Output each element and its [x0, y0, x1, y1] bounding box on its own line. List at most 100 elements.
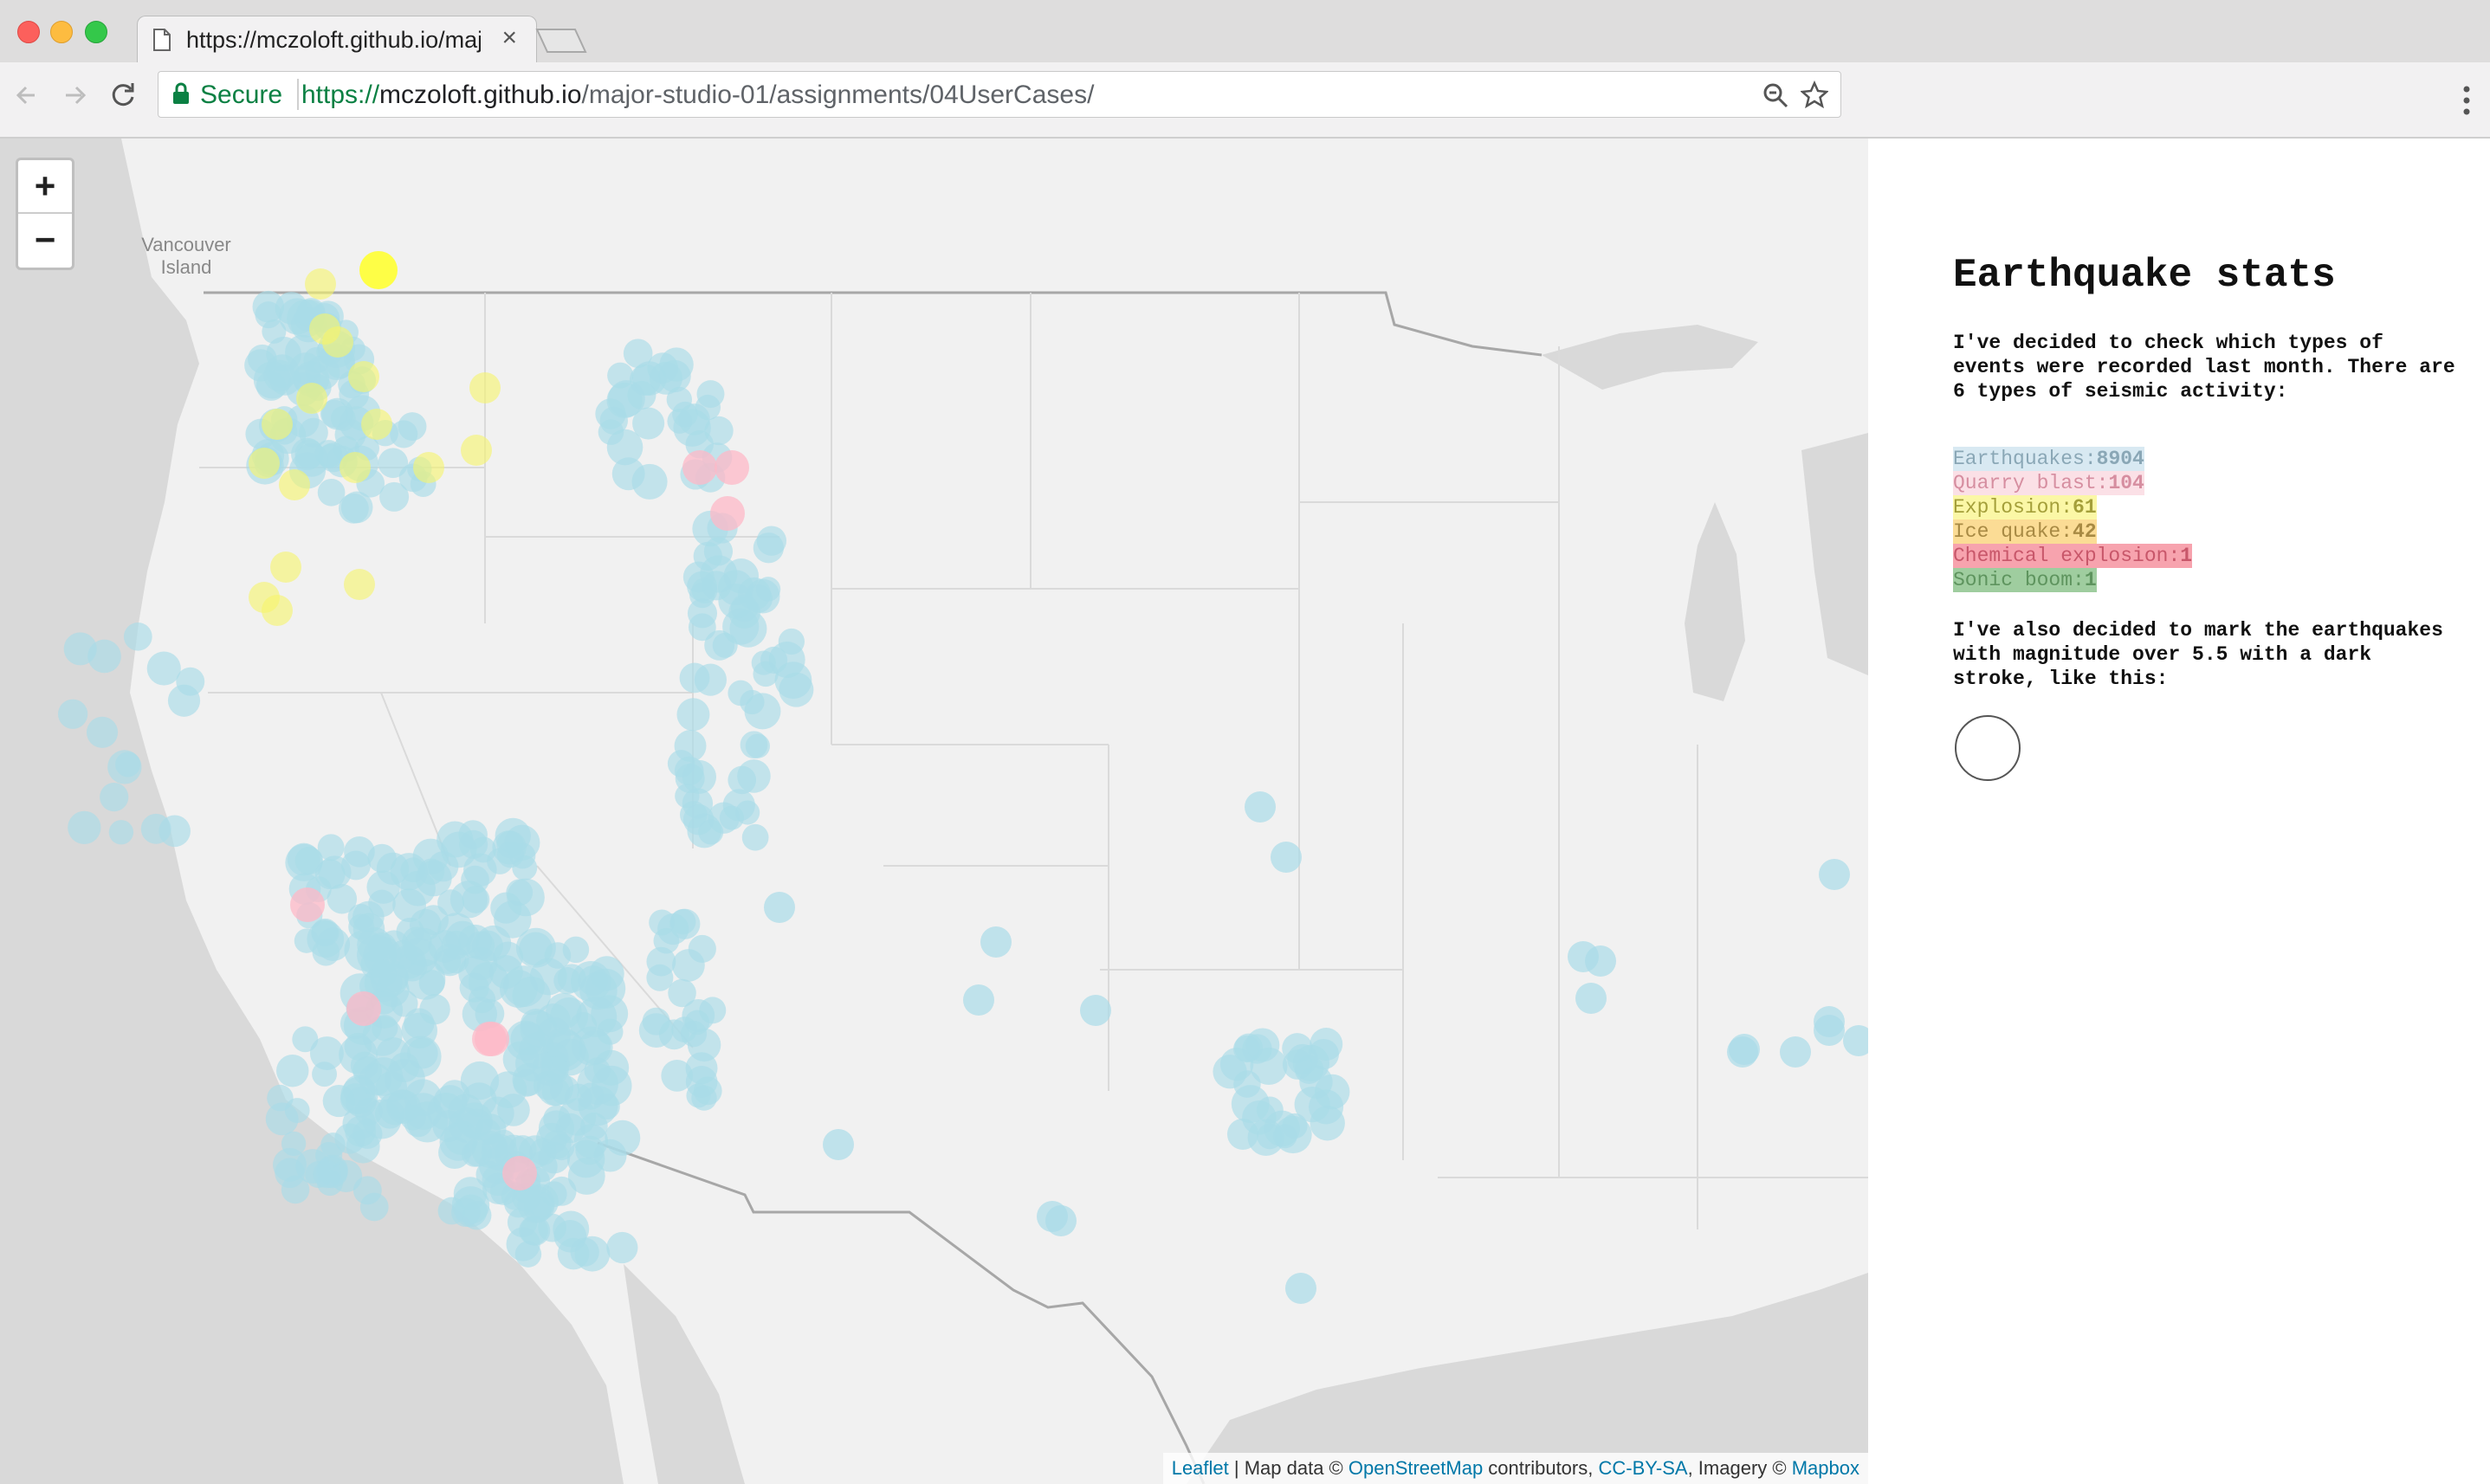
earthquake-marker[interactable]: [682, 759, 717, 794]
earthquake-marker[interactable]: [517, 1185, 555, 1223]
earthquake-marker[interactable]: [1245, 791, 1276, 823]
earthquake-marker[interactable]: [700, 555, 738, 593]
earthquake-marker[interactable]: [661, 1060, 694, 1092]
earthquake-marker[interactable]: [294, 846, 324, 875]
earthquake-marker[interactable]: [469, 986, 496, 1014]
earthquake-marker[interactable]: [980, 926, 1012, 958]
earthquake-marker[interactable]: [740, 731, 768, 759]
earthquake-marker[interactable]: [276, 1054, 309, 1087]
earthquake-marker[interactable]: [87, 639, 121, 674]
maximize-window-button[interactable]: [85, 21, 107, 43]
earthquake-marker[interactable]: [646, 946, 676, 977]
earthquake-marker[interactable]: [123, 622, 152, 651]
explosion-marker[interactable]: [296, 383, 327, 414]
earthquake-marker[interactable]: [313, 1160, 341, 1189]
earthquake-marker[interactable]: [598, 419, 624, 445]
earthquake-marker[interactable]: [399, 1104, 426, 1131]
earthquake-marker[interactable]: [687, 813, 722, 848]
earthquake-marker[interactable]: [764, 892, 795, 923]
quarry-blast-marker[interactable]: [715, 450, 749, 485]
earthquake-map[interactable]: + − Vancouver Island Leaflet | Map data …: [0, 139, 1868, 1484]
earthquake-marker[interactable]: [557, 964, 586, 993]
quarry-blast-marker[interactable]: [502, 1156, 537, 1190]
back-arrow-icon[interactable]: [9, 76, 47, 114]
explosion-marker[interactable]: [270, 552, 301, 583]
earthquake-marker[interactable]: [379, 963, 409, 992]
earthquake-marker[interactable]: [497, 1094, 530, 1126]
earthquake-marker[interactable]: [688, 613, 716, 642]
explosion-marker[interactable]: [305, 268, 336, 300]
earthquake-marker[interactable]: [107, 750, 142, 784]
new-tab-button[interactable]: [535, 28, 587, 54]
earthquake-marker[interactable]: [605, 1119, 641, 1156]
earthquake-marker[interactable]: [281, 1131, 307, 1157]
earthquake-marker[interactable]: [963, 984, 994, 1016]
earthquake-marker[interactable]: [108, 820, 134, 845]
earthquake-marker[interactable]: [686, 1083, 711, 1108]
url-text[interactable]: https://mczoloft.github.io/major-studio-…: [301, 81, 1094, 110]
earthquake-marker[interactable]: [298, 417, 328, 448]
earthquake-marker[interactable]: [687, 1028, 721, 1062]
earthquake-marker[interactable]: [606, 1231, 638, 1264]
event-markers[interactable]: [0, 139, 1868, 1484]
explosion-marker[interactable]: [249, 448, 280, 479]
earthquake-marker[interactable]: [658, 359, 691, 393]
explosion-marker[interactable]: [279, 469, 310, 500]
explosion-marker[interactable]: [344, 569, 375, 600]
leaflet-link[interactable]: Leaflet: [1172, 1457, 1229, 1479]
earthquake-marker[interactable]: [1780, 1036, 1811, 1068]
earthquake-marker[interactable]: [567, 1158, 605, 1195]
earthquake-marker[interactable]: [565, 1083, 592, 1112]
earthquake-marker[interactable]: [1287, 1043, 1318, 1075]
earthquake-marker[interactable]: [1080, 995, 1111, 1026]
earthquake-marker[interactable]: [1045, 1205, 1077, 1236]
forward-arrow-icon[interactable]: [55, 76, 94, 114]
bookmark-star-icon[interactable]: [1801, 81, 1828, 108]
earthquake-marker[interactable]: [419, 993, 450, 1025]
earthquake-marker[interactable]: [404, 927, 443, 967]
earthquake-marker[interactable]: [1271, 842, 1302, 873]
earthquake-marker[interactable]: [275, 292, 308, 325]
earthquake-marker[interactable]: [589, 956, 624, 991]
explosion-marker[interactable]: [359, 251, 398, 289]
earthquake-marker[interactable]: [312, 1061, 337, 1087]
minimize-window-button[interactable]: [50, 21, 73, 43]
earthquake-marker[interactable]: [669, 908, 696, 935]
earthquake-marker[interactable]: [460, 1061, 500, 1100]
address-bar[interactable]: Secure https://mczoloft.github.io/major-…: [158, 71, 1841, 118]
earthquake-marker[interactable]: [676, 698, 710, 732]
earthquake-marker[interactable]: [167, 684, 201, 717]
earthquake-marker[interactable]: [1814, 1006, 1845, 1037]
earthquake-marker[interactable]: [672, 401, 698, 428]
explosion-marker[interactable]: [340, 452, 371, 483]
earthquake-marker[interactable]: [737, 577, 771, 610]
license-link[interactable]: CC-BY-SA: [1598, 1457, 1687, 1479]
earthquake-marker[interactable]: [593, 1093, 620, 1120]
quarry-blast-marker[interactable]: [682, 450, 717, 485]
earthquake-marker[interactable]: [398, 412, 427, 442]
earthquake-marker[interactable]: [1575, 983, 1607, 1014]
earthquake-marker[interactable]: [437, 821, 474, 858]
earthquake-marker[interactable]: [506, 1020, 546, 1061]
earthquake-marker[interactable]: [267, 1084, 294, 1112]
browser-menu-icon[interactable]: [2462, 85, 2471, 116]
explosion-marker[interactable]: [309, 313, 340, 345]
earthquake-marker[interactable]: [1234, 1033, 1264, 1062]
earthquake-marker[interactable]: [100, 782, 129, 812]
earthquake-marker[interactable]: [449, 881, 488, 919]
earthquake-marker[interactable]: [570, 1237, 599, 1267]
earthquake-marker[interactable]: [1294, 1087, 1330, 1123]
earthquake-marker[interactable]: [544, 942, 572, 969]
earthquake-marker[interactable]: [146, 651, 181, 686]
earthquake-marker[interactable]: [338, 493, 369, 524]
earthquake-marker[interactable]: [728, 680, 754, 707]
explosion-marker[interactable]: [249, 582, 280, 613]
earthquake-marker[interactable]: [255, 371, 287, 401]
earthquake-marker[interactable]: [86, 716, 119, 748]
earthquake-marker[interactable]: [768, 642, 805, 678]
earthquake-marker[interactable]: [368, 889, 396, 918]
earthquake-marker[interactable]: [330, 405, 356, 431]
zoom-in-button[interactable]: +: [18, 160, 72, 214]
earthquake-marker[interactable]: [1285, 1273, 1316, 1304]
reload-icon[interactable]: [104, 76, 142, 114]
